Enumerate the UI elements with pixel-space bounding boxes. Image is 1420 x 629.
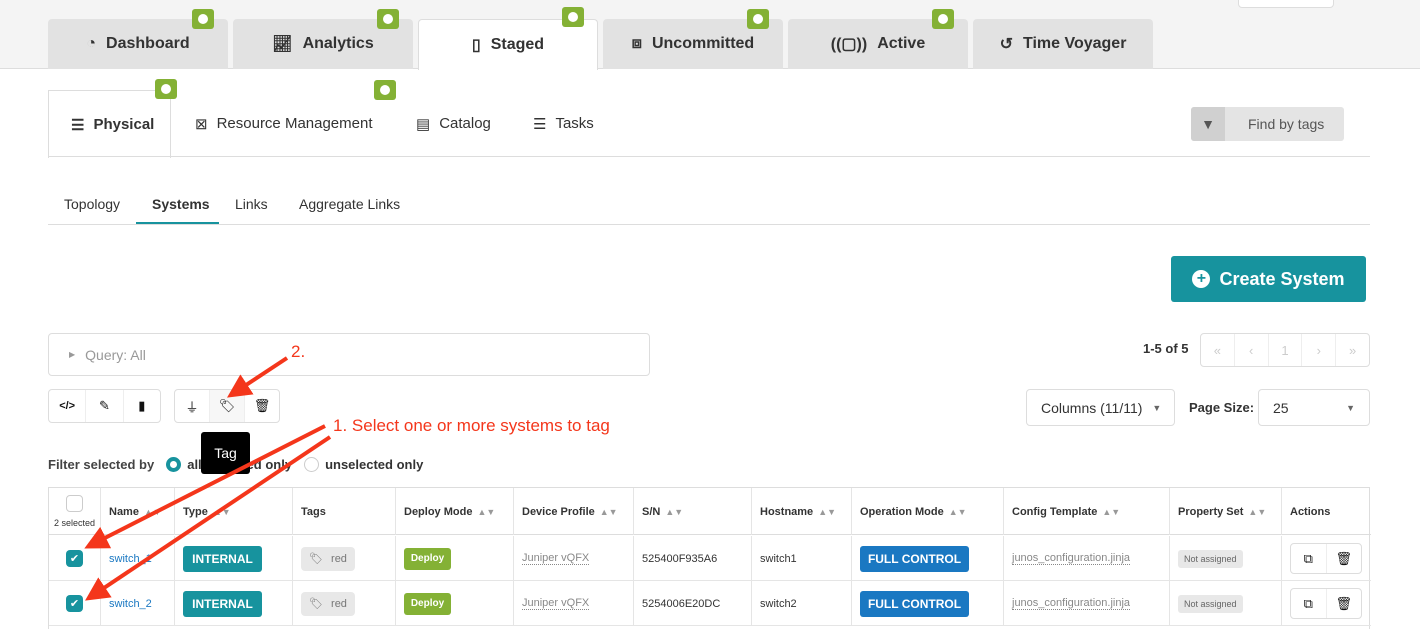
arrow-to-row-2 xyxy=(85,435,332,601)
arrow-to-tag xyxy=(226,356,289,398)
annotation-step-2: 2. xyxy=(291,342,306,361)
annotation-step-1: 1. Select one or more systems to tag xyxy=(333,416,610,435)
arrow-to-row-1 xyxy=(84,424,326,549)
annotation-arrows xyxy=(84,356,332,601)
